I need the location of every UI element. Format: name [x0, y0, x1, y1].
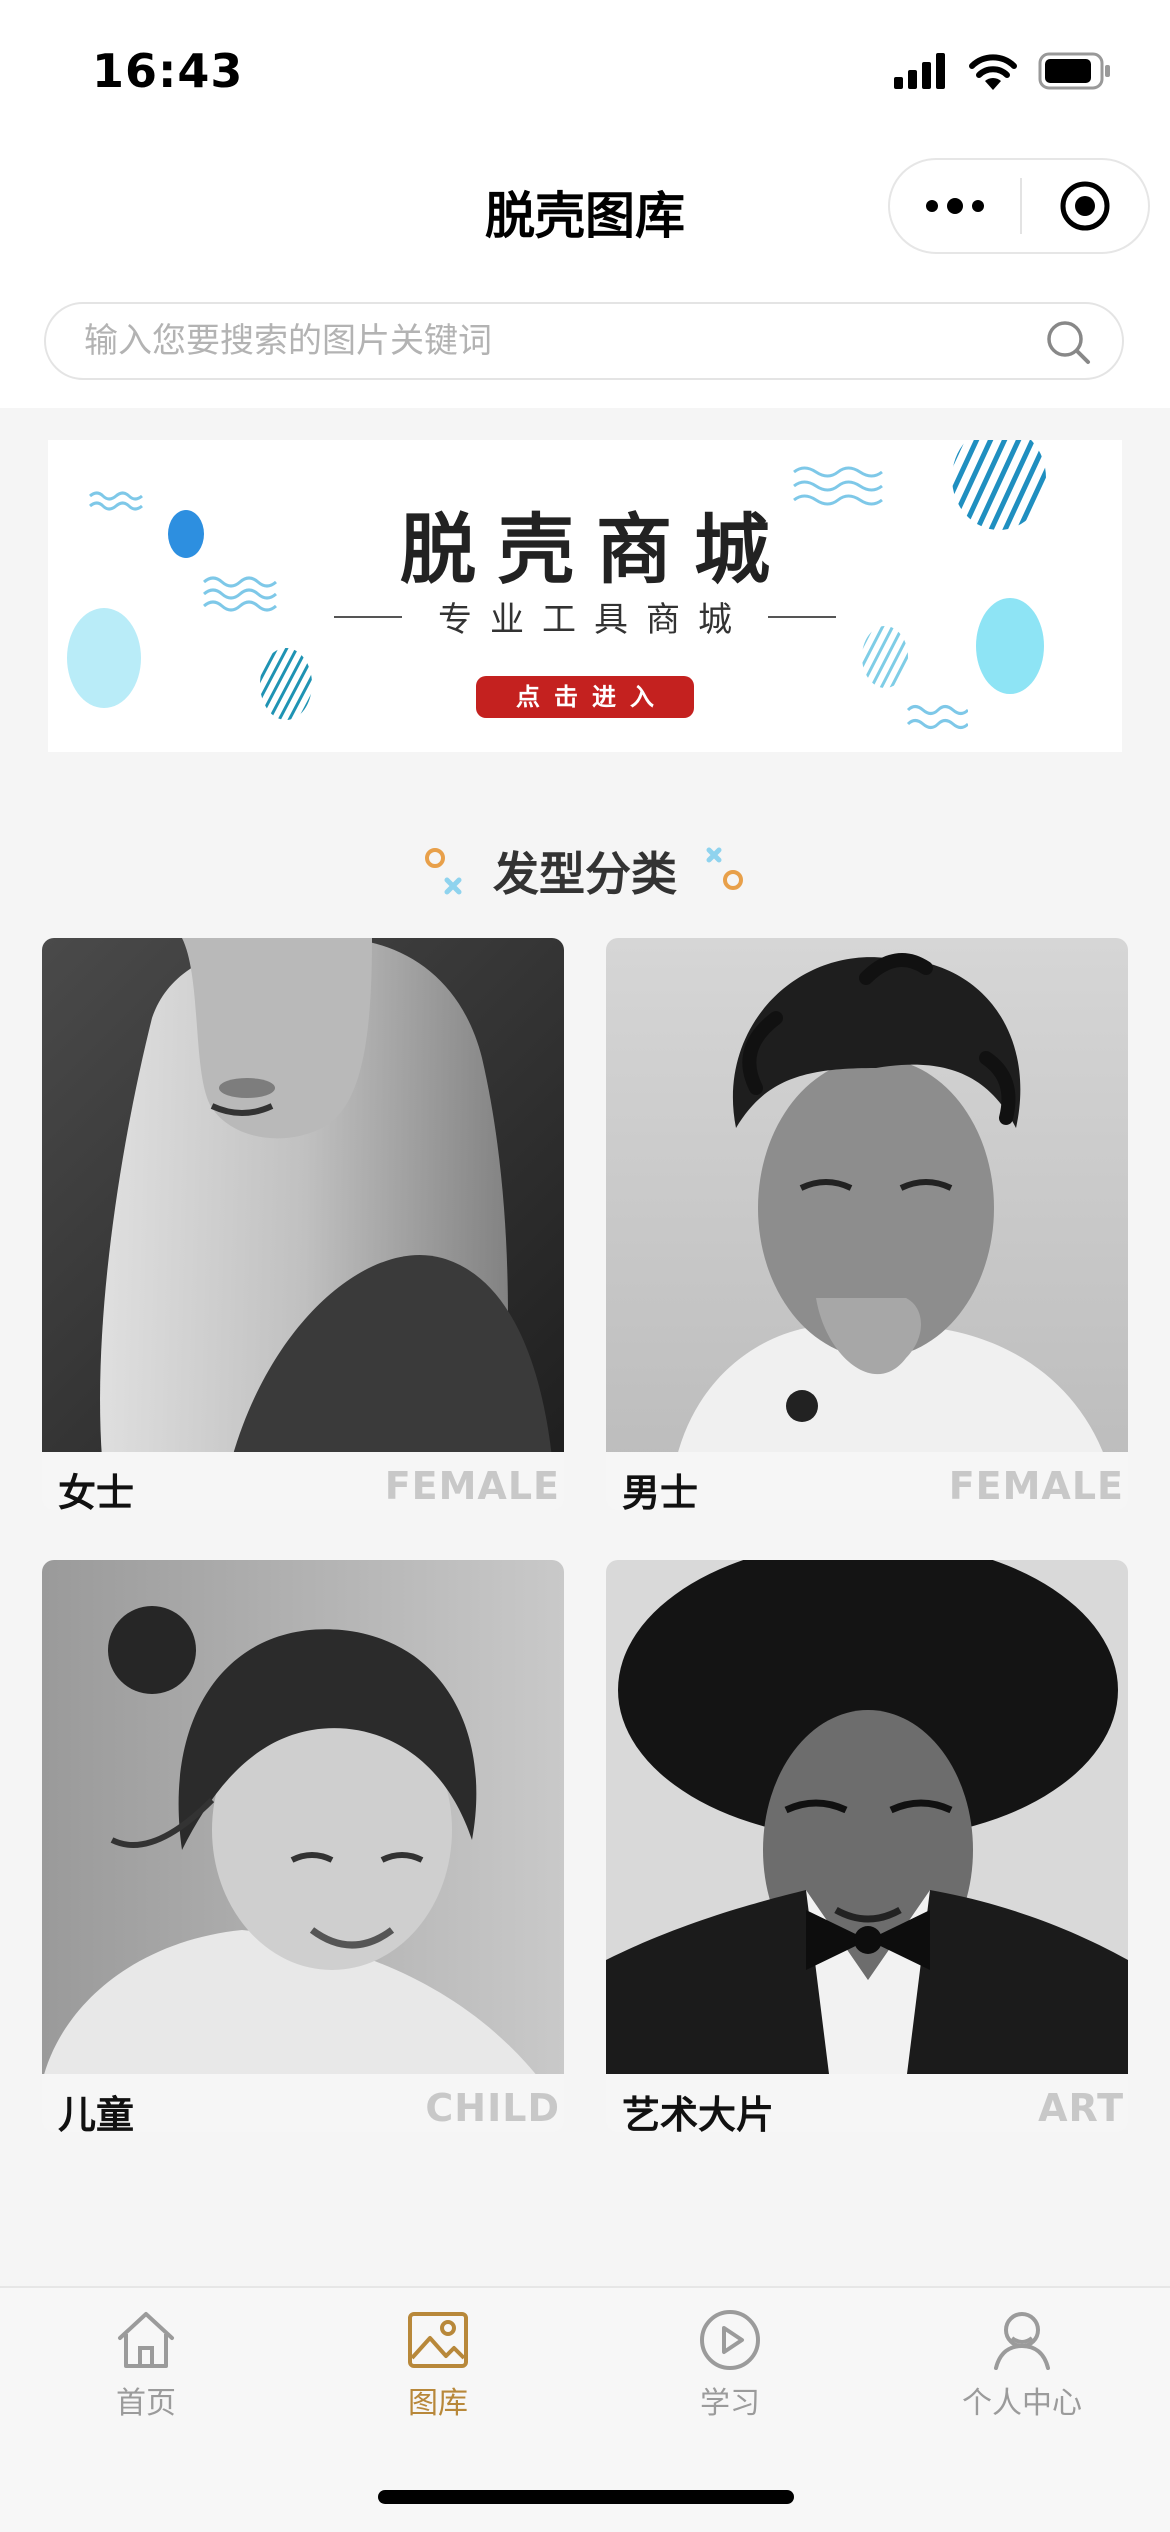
status-icons — [894, 52, 1112, 90]
category-card-female[interactable]: 女士 FEMALE — [42, 938, 564, 1510]
category-card-art[interactable]: 艺术大片 ART — [606, 1560, 1128, 2132]
user-icon — [994, 2312, 1050, 2370]
banner-title: 脱壳商城 — [400, 505, 792, 594]
category-name: 女士 — [58, 1471, 135, 1510]
search-icon[interactable] — [1044, 318, 1092, 366]
home-icon — [118, 2312, 174, 2368]
tab-label: 图库 — [408, 2386, 468, 2421]
card-caption: 儿童 CHILD — [42, 2074, 564, 2132]
child-hairstyle-photo — [42, 1560, 564, 2082]
tab-home[interactable]: 首页 — [0, 2308, 292, 2438]
wave-decoration-icon — [906, 705, 968, 729]
striped-circle-decoration-icon — [260, 648, 312, 720]
header: 16:43 脱壳图库 — [0, 0, 1170, 408]
category-english: CHILD — [425, 2086, 560, 2130]
category-card-male[interactable]: 男士 FEMALE — [606, 938, 1128, 1510]
category-english: FEMALE — [384, 1464, 560, 1508]
art-hairstyle-photo — [606, 1560, 1128, 2082]
home-indicator[interactable] — [378, 2490, 794, 2504]
category-card-child[interactable]: 儿童 CHILD — [42, 1560, 564, 2132]
category-name: 艺术大片 — [622, 2093, 775, 2132]
card-caption: 女士 FEMALE — [42, 1452, 564, 1510]
banner-subtitle: 专业工具商城 — [438, 600, 750, 640]
section-header: 发型分类 — [0, 836, 1170, 906]
battery-icon — [1038, 52, 1110, 90]
search-input[interactable] — [84, 304, 1024, 378]
play-icon — [700, 2310, 760, 2370]
section-title: 发型分类 — [493, 847, 677, 901]
gallery-icon — [408, 2312, 468, 2368]
signal-icon — [894, 53, 945, 89]
category-name: 男士 — [622, 1471, 699, 1510]
category-english: ART — [1038, 2086, 1124, 2130]
banner-enter-button[interactable]: 点击进入 — [476, 676, 694, 718]
mini-program-capsule — [888, 158, 1150, 254]
card-caption: 男士 FEMALE — [606, 1452, 1128, 1510]
category-english: FEMALE — [948, 1464, 1124, 1508]
male-hairstyle-photo — [606, 938, 1128, 1460]
target-circle-icon — [1060, 181, 1110, 231]
more-button[interactable] — [890, 160, 1020, 252]
status-time: 16:43 — [92, 44, 244, 98]
wifi-icon — [969, 54, 1017, 90]
mall-banner[interactable]: 脱壳商城 专业工具商城 点击进入 — [48, 440, 1122, 752]
close-mini-program-button[interactable] — [1022, 160, 1148, 252]
search-bar[interactable] — [44, 302, 1124, 380]
more-dots-icon — [926, 200, 938, 212]
tab-learn[interactable]: 学习 — [584, 2308, 876, 2438]
tab-gallery[interactable]: 图库 — [292, 2308, 584, 2438]
tab-label: 个人中心 — [962, 2386, 1082, 2421]
tab-label: 学习 — [700, 2386, 760, 2421]
dots-decoration-icon — [706, 847, 743, 890]
female-hairstyle-photo — [42, 938, 564, 1460]
dots-decoration-icon — [425, 848, 462, 895]
tab-profile[interactable]: 个人中心 — [876, 2308, 1168, 2438]
tab-label: 首页 — [116, 2386, 176, 2421]
category-name: 儿童 — [58, 2093, 135, 2132]
card-caption: 艺术大片 ART — [606, 2074, 1128, 2132]
